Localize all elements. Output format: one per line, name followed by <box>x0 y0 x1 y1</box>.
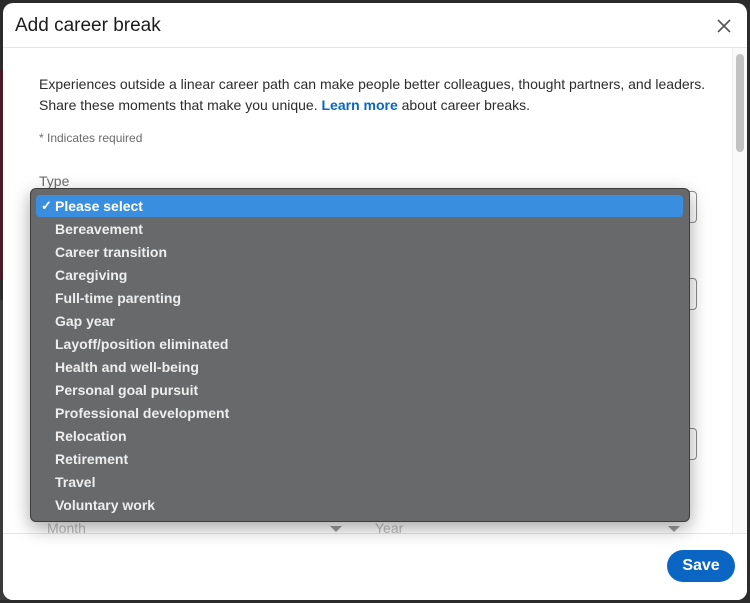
intro-text-part: about career breaks. <box>397 97 531 113</box>
dialog-header: Add career break <box>3 3 747 48</box>
dropdown-option-label: Relocation <box>55 428 127 444</box>
type-label: Type <box>39 173 70 189</box>
intro-text: Experiences outside a linear career path… <box>39 74 709 116</box>
dropdown-option-label: Full-time parenting <box>55 290 181 306</box>
dropdown-option[interactable]: Travel <box>36 471 683 493</box>
scrollbar-thumb[interactable] <box>736 54 744 152</box>
dropdown-option[interactable]: Career transition <box>36 241 683 263</box>
dropdown-option-label: Layoff/position eliminated <box>55 336 229 352</box>
learn-more-link[interactable]: Learn more <box>322 97 398 113</box>
dropdown-option-label: Travel <box>55 474 96 490</box>
caret-down-icon <box>330 526 342 532</box>
dropdown-option-label: Gap year <box>55 313 115 329</box>
dropdown-option[interactable]: Layoff/position eliminated <box>36 333 683 355</box>
dropdown-option[interactable]: Retirement <box>36 448 683 470</box>
dropdown-option[interactable]: Relocation <box>36 425 683 447</box>
dropdown-option[interactable]: Professional development <box>36 402 683 424</box>
dropdown-option-label: Bereavement <box>55 221 143 237</box>
dropdown-option[interactable]: Full-time parenting <box>36 287 683 309</box>
dropdown-option-label: Voluntary work <box>55 497 156 513</box>
dropdown-option[interactable]: Gap year <box>36 310 683 332</box>
required-note: * Indicates required <box>39 131 143 145</box>
dialog-footer: Save <box>3 533 747 600</box>
dropdown-option-label: Career transition <box>55 244 168 260</box>
dropdown-option-label: Health and well-being <box>55 359 199 375</box>
caret-down-icon <box>668 526 680 532</box>
dropdown-option[interactable]: Health and well-being <box>36 356 683 378</box>
dropdown-option[interactable]: Voluntary work <box>36 494 683 516</box>
close-icon[interactable] <box>715 17 733 35</box>
dropdown-option-label: Retirement <box>55 451 129 467</box>
checkmark-icon: ✓ <box>41 198 52 213</box>
dropdown-option[interactable]: Caregiving <box>36 264 683 286</box>
type-dropdown-menu: ✓ Please select Bereavement Career transiti… <box>30 188 690 522</box>
dropdown-option-label: Professional development <box>55 405 230 421</box>
scrollbar[interactable] <box>732 48 747 533</box>
dropdown-option[interactable]: Personal goal pursuit <box>36 379 683 401</box>
dropdown-option[interactable]: Bereavement <box>36 218 683 240</box>
dropdown-option-label: Caregiving <box>55 267 128 283</box>
dropdown-option-selected[interactable]: ✓ Please select <box>36 195 683 217</box>
save-button[interactable]: Save <box>667 550 735 582</box>
dropdown-option-label: Personal goal pursuit <box>55 382 199 398</box>
dialog-title: Add career break <box>15 15 161 36</box>
dropdown-option-label: Please select <box>55 198 143 214</box>
